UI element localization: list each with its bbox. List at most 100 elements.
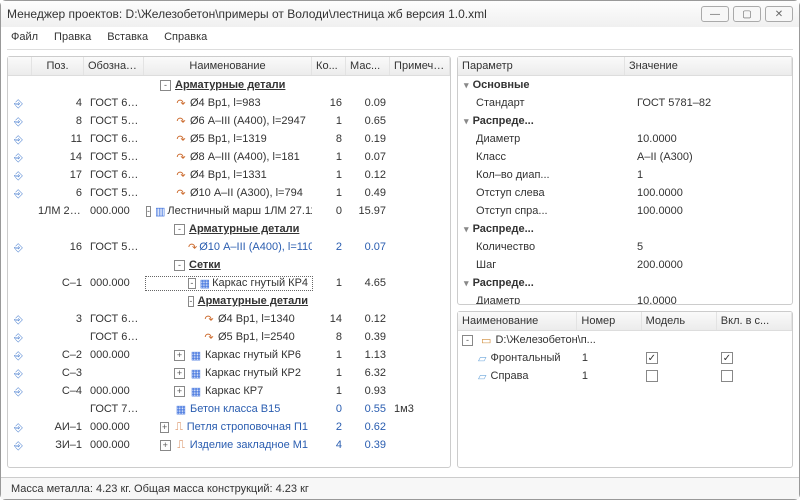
item-glyph-icon: ↷ [202, 331, 216, 344]
table-row[interactable]: ⎆4ГОСТ 67...↷Ø4 Вр1, l=983160.09 [8, 94, 450, 112]
item-glyph-icon: ▦ [174, 403, 188, 416]
item-glyph-icon: ↷ [202, 313, 216, 326]
table-row[interactable]: С–1000.000-▦Каркас гнутый КР414.65 [8, 274, 450, 292]
menu-file[interactable]: Файл [11, 31, 38, 43]
row-icon: ⎆ [10, 96, 34, 111]
view-row[interactable]: ▱ Справа1 [458, 367, 792, 385]
tree-panel: Поз. Обозначен... Наименование Ко... Мас… [7, 56, 451, 468]
table-row[interactable]: -Сетки [8, 256, 450, 274]
property-row[interactable]: Основные [458, 76, 792, 94]
window-title: Менеджер проектов: D:\Железобетон\пример… [7, 7, 697, 21]
table-row[interactable]: ⎆14ГОСТ 57...↷Ø8 А–III (А400), l=18110.0… [8, 148, 450, 166]
checkbox[interactable] [721, 370, 733, 382]
row-icon: ⎆ [10, 438, 34, 453]
col-ob[interactable]: Обозначен... [84, 57, 144, 75]
statusbar: Масса металла: 4.23 кг. Общая масса конс… [1, 477, 799, 499]
property-row[interactable]: КлассА–II (А300) [458, 148, 792, 166]
col-vinc[interactable]: Вкл. в с... [717, 312, 792, 330]
col-vmodel[interactable]: Модель [642, 312, 717, 330]
property-row[interactable]: Отступ слева100.0000 [458, 184, 792, 202]
expand-icon[interactable]: + [160, 440, 171, 451]
col-value[interactable]: Значение [625, 57, 792, 75]
expand-icon[interactable]: - [174, 260, 185, 271]
table-row[interactable]: ⎆АИ–1000.000+⎍Петля строповочная П120.62 [8, 418, 450, 436]
expand-icon[interactable]: + [174, 386, 185, 397]
expand-icon[interactable]: - [146, 206, 151, 217]
menubar: Файл Правка Вставка Справка [1, 27, 799, 47]
table-row[interactable]: ⎆ГОСТ 67...↷Ø5 Вр1, l=254080.39 [8, 328, 450, 346]
row-icon: ⎆ [10, 168, 34, 183]
col-param[interactable]: Параметр [458, 57, 625, 75]
table-row[interactable]: ⎆17ГОСТ 67...↷Ø4 Вр1, l=133110.12 [8, 166, 450, 184]
menu-edit[interactable]: Правка [54, 31, 91, 43]
table-row[interactable]: ⎆С–3+▦Каркас гнутый КР216.32 [8, 364, 450, 382]
table-row[interactable]: ⎆С–2000.000+▦Каркас гнутый КР611.13 [8, 346, 450, 364]
item-glyph-icon: ↷ [188, 241, 197, 254]
menu-insert[interactable]: Вставка [107, 31, 148, 43]
expand-icon[interactable]: - [174, 224, 185, 235]
expand-icon[interactable]: + [160, 422, 169, 433]
table-row[interactable]: ⎆8ГОСТ 57...↷Ø6 А–III (А400), l=294710.6… [8, 112, 450, 130]
row-icon: ⎆ [10, 330, 34, 345]
property-row[interactable]: СтандартГОСТ 5781–82 [458, 94, 792, 112]
row-icon: ⎆ [10, 384, 34, 399]
expand-icon[interactable]: - [462, 335, 473, 346]
table-row[interactable]: ⎆С–4000.000+▦Каркас КР710.93 [8, 382, 450, 400]
property-row[interactable]: Распреде... [458, 274, 792, 292]
property-row[interactable]: Распреде... [458, 112, 792, 130]
table-row[interactable]: ⎆16ГОСТ 57...↷Ø10 А–III (А400), l=11020.… [8, 238, 450, 256]
titlebar: Менеджер проектов: D:\Железобетон\пример… [1, 1, 799, 27]
item-glyph-icon: ↷ [174, 133, 188, 146]
item-glyph-icon: ⎍ [173, 421, 184, 434]
expand-icon[interactable]: + [174, 368, 185, 379]
table-row[interactable]: ⎆11ГОСТ 67...↷Ø5 Вр1, l=131980.19 [8, 130, 450, 148]
property-row[interactable]: Количество5 [458, 238, 792, 256]
table-row[interactable]: -Арматурные детали [8, 220, 450, 238]
expand-icon[interactable]: - [188, 278, 196, 289]
property-row[interactable]: Диаметр10.0000 [458, 130, 792, 148]
col-pr[interactable]: Примечан... [390, 57, 450, 75]
item-glyph-icon: ▦ [189, 385, 203, 398]
table-row[interactable]: -Арматурные детали [8, 292, 450, 310]
col-pos[interactable]: Поз. [32, 57, 84, 75]
property-row[interactable]: Распреде... [458, 220, 792, 238]
property-row[interactable]: Кол–во диап...1 [458, 166, 792, 184]
row-icon: ⎆ [10, 348, 34, 363]
maximize-button[interactable]: ▢ [733, 6, 761, 22]
table-row[interactable]: ⎆ЗИ–1000.000+⎍Изделие закладное М140.39 [8, 436, 450, 454]
table-row[interactable]: -Арматурные детали [8, 76, 450, 94]
expand-icon[interactable]: + [174, 350, 185, 361]
expand-icon[interactable]: - [160, 80, 171, 91]
property-row[interactable]: Диаметр10.0000 [458, 292, 792, 304]
checkbox[interactable]: ✓ [646, 352, 658, 364]
views-body[interactable]: -▭ D:\Железобетон\п...▱ Фронтальный1✓✓▱ … [458, 331, 792, 467]
tree-header: Поз. Обозначен... Наименование Ко... Мас… [8, 57, 450, 76]
views-panel: Наименование Номер Модель Вкл. в с... -▭… [457, 311, 793, 468]
view-row[interactable]: -▭ D:\Железобетон\п... [458, 331, 792, 349]
table-row[interactable]: ⎆6ГОСТ 57...↷Ø10 А–II (А300), l=79410.49 [8, 184, 450, 202]
item-glyph-icon: ↷ [174, 169, 188, 182]
col-vname[interactable]: Наименование [458, 312, 577, 330]
table-row[interactable]: ГОСТ 74...▦Бетон класса В1500.551м3 [8, 400, 450, 418]
col-m[interactable]: Мас... [346, 57, 390, 75]
checkbox[interactable]: ✓ [721, 352, 733, 364]
close-button[interactable]: ✕ [765, 6, 793, 22]
property-row[interactable]: Отступ спра...100.0000 [458, 202, 792, 220]
table-row[interactable]: ⎆3ГОСТ 67...↷Ø4 Вр1, l=1340140.12 [8, 310, 450, 328]
item-glyph-icon: ⎍ [175, 439, 188, 452]
row-icon: ⎆ [10, 420, 34, 435]
status-text: Масса металла: 4.23 кг. Общая масса конс… [11, 483, 309, 495]
menu-help[interactable]: Справка [164, 31, 207, 43]
checkbox[interactable] [646, 370, 658, 382]
tree-body[interactable]: -Арматурные детали⎆4ГОСТ 67...↷Ø4 Вр1, l… [8, 76, 450, 467]
table-row[interactable]: 1ЛМ 27.11.1...000.000-▥Лестничный марш 1… [8, 202, 450, 220]
col-k[interactable]: Ко... [312, 57, 346, 75]
view-row[interactable]: ▱ Фронтальный1✓✓ [458, 349, 792, 367]
expand-icon[interactable]: - [188, 296, 194, 307]
minimize-button[interactable]: ― [701, 6, 729, 22]
property-row[interactable]: Шаг200.0000 [458, 256, 792, 274]
row-icon: ⎆ [10, 366, 34, 381]
col-vnum[interactable]: Номер [577, 312, 641, 330]
properties-body[interactable]: ОсновныеСтандартГОСТ 5781–82Распреде...Д… [458, 76, 792, 304]
col-name[interactable]: Наименование [144, 57, 312, 75]
